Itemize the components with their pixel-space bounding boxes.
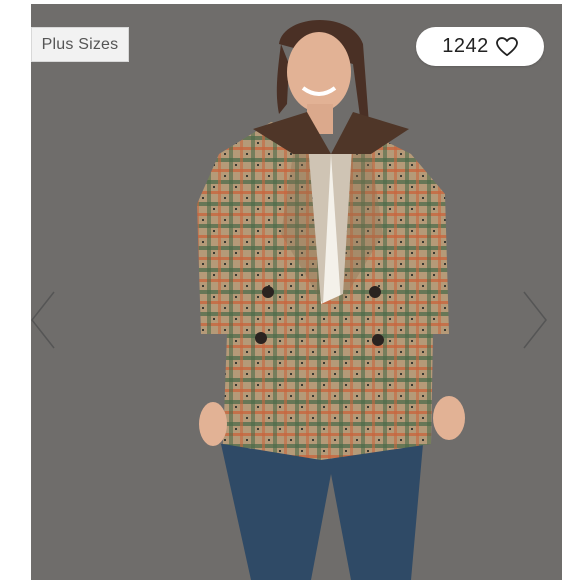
product-photo[interactable] (31, 4, 562, 580)
product-photo-illustration (197, 19, 465, 580)
listing-image-frame: Plus Sizes 1242 (0, 0, 580, 580)
likes-count: 1242 (442, 35, 489, 57)
heart-outline-icon (495, 36, 518, 56)
chevron-right-icon (523, 291, 547, 349)
likes-button[interactable]: 1242 (416, 27, 544, 66)
plus-sizes-badge: Plus Sizes (31, 27, 129, 62)
badge-label: Plus Sizes (41, 35, 119, 53)
next-image-button[interactable] (520, 290, 550, 350)
previous-image-button[interactable] (28, 290, 58, 350)
chevron-left-icon (31, 291, 55, 349)
